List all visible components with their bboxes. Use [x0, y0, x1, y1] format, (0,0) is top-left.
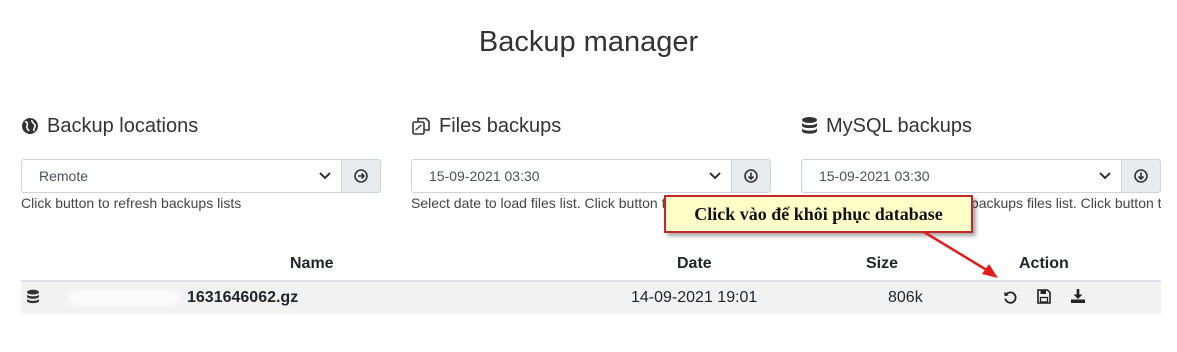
- backup-file-size: 806k: [888, 289, 923, 306]
- circle-arrow-right-icon: [354, 169, 368, 183]
- download-icon[interactable]: [1070, 288, 1086, 304]
- column-header-name: Name: [290, 255, 334, 272]
- backup-file-date: 14-09-2021 19:01: [631, 289, 758, 306]
- database-icon: [27, 289, 39, 304]
- mysql-backup-date-value: 15-09-2021 03:30: [819, 168, 930, 184]
- column-header-date: Date: [677, 255, 712, 272]
- load-files-button[interactable]: [731, 159, 771, 193]
- circle-download-icon: [1134, 169, 1148, 183]
- refresh-locations-button[interactable]: [341, 159, 381, 193]
- chevron-down-icon: [1099, 172, 1111, 180]
- backup-locations-heading: Backup locations: [21, 112, 381, 140]
- redacted-filename-prefix: [69, 290, 179, 306]
- circle-download-icon: [744, 169, 758, 183]
- database-icon: [802, 117, 817, 134]
- restore-icon[interactable]: [1003, 290, 1018, 305]
- files-backups-title: Files backups: [439, 114, 562, 137]
- chevron-down-icon: [709, 172, 721, 180]
- files-backup-date-value: 15-09-2021 03:30: [429, 168, 540, 184]
- column-header-action: Action: [1019, 255, 1069, 272]
- mysql-backups-heading: MySQL backups: [801, 112, 1161, 140]
- backup-locations-panel: Backup locations Remote Click button to …: [21, 112, 381, 211]
- globe-icon: [22, 118, 38, 134]
- mysql-backups-title: MySQL backups: [826, 114, 972, 137]
- copy-files-icon: [412, 117, 430, 135]
- page-title: Backup manager: [478, 26, 699, 58]
- chevron-down-icon: [319, 172, 331, 180]
- backup-locations-title: Backup locations: [47, 114, 199, 137]
- annotation-callout: Click vào để khôi phục database: [664, 195, 973, 233]
- backup-location-value: Remote: [39, 168, 89, 184]
- annotation-text: Click vào để khôi phục database: [694, 203, 943, 224]
- files-backup-date-select[interactable]: 15-09-2021 03:30: [411, 159, 731, 193]
- backup-file-name: 1631646062.gz: [187, 289, 299, 306]
- backup-locations-help: Click button to refresh backups lists: [21, 195, 242, 211]
- load-mysql-button[interactable]: [1121, 159, 1161, 193]
- backups-table-header: Name Date Size Action: [21, 255, 1161, 279]
- files-backups-heading: Files backups: [411, 112, 771, 140]
- table-row: 1631646062.gz 14-09-2021 19:01 806k: [21, 282, 1161, 314]
- column-header-size: Size: [866, 255, 899, 272]
- save-icon[interactable]: [1037, 289, 1051, 304]
- mysql-backup-date-select[interactable]: 15-09-2021 03:30: [801, 159, 1121, 193]
- backup-location-select[interactable]: Remote: [21, 159, 341, 193]
